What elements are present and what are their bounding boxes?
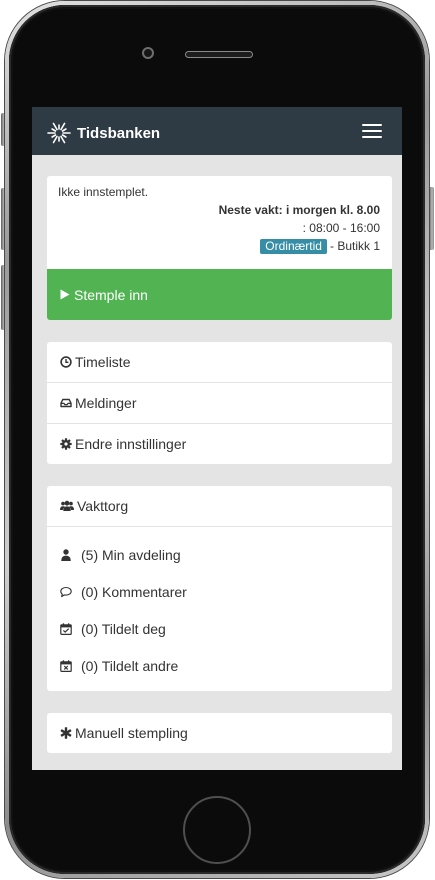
earpiece-speaker [185, 51, 253, 58]
menu-item-label: Meldinger [75, 395, 137, 411]
menu-item-meldinger[interactable]: Meldinger [47, 382, 392, 423]
vakttorg-card: Vakttorg (5) Min avdeling (0) Kommentare… [47, 486, 392, 691]
stamp-in-button[interactable]: Stemple inn [47, 269, 392, 320]
hamburger-bar [362, 124, 382, 126]
stamp-status: Ikke innstemplet. Neste vakt: i morgen k… [47, 176, 392, 269]
manual-stamping-card: Manuell stempling [47, 713, 392, 753]
menu-item-timeliste[interactable]: Timeliste [47, 342, 392, 382]
vakttorg-item-tildelt-deg[interactable]: (0) Tildelt deg [47, 610, 392, 647]
shift-type-badge: Ordinærtid [260, 239, 327, 254]
vakttorg-title: Vakttorg [77, 498, 129, 514]
user-icon [61, 548, 71, 561]
shift-details: Ordinærtid - Butikk 1 [58, 237, 380, 255]
app-screen: Tidsbanken Ikke innstemplet. Neste vakt:… [32, 107, 402, 770]
menu-card: Timeliste Meldinger Endre innstillinger [47, 342, 392, 464]
main-content: Ikke innstemplet. Neste vakt: i morgen k… [47, 176, 392, 770]
play-icon [60, 289, 70, 300]
front-camera [142, 47, 154, 59]
power-button [429, 187, 434, 250]
home-button[interactable] [183, 796, 251, 864]
vakttorg-item-label: (0) Tildelt andre [81, 657, 179, 674]
tidsbanken-logo-icon [47, 122, 71, 144]
brand-name: Tidsbanken [77, 124, 161, 142]
clock-icon [60, 356, 72, 368]
stamp-in-label: Stemple inn [74, 286, 148, 303]
gear-icon [60, 438, 72, 450]
menu-item-label: Timeliste [75, 354, 131, 370]
calendar-check-icon [60, 622, 72, 635]
manual-stamping-link[interactable]: Manuell stempling [47, 713, 392, 753]
hamburger-bar [362, 136, 382, 138]
menu-item-settings[interactable]: Endre innstillinger [47, 423, 392, 464]
vakttorg-item-kommentarer[interactable]: (0) Kommentarer [47, 573, 392, 610]
shift-location: - Butikk 1 [329, 239, 380, 253]
brand-logo[interactable]: Tidsbanken [47, 107, 160, 155]
vakttorg-item-label: (0) Kommentarer [81, 583, 187, 600]
asterisk-icon [60, 727, 72, 739]
hamburger-icon[interactable] [362, 124, 382, 138]
vakttorg-item-label: (0) Tildelt deg [81, 620, 166, 637]
comment-icon [60, 586, 72, 597]
vakttorg-item-min-avdeling[interactable]: (5) Min avdeling [47, 536, 392, 573]
shift-time: : 08:00 - 16:00 [302, 221, 380, 235]
manual-stamping-label: Manuell stempling [75, 725, 188, 741]
calendar-x-icon [60, 659, 72, 672]
users-icon [60, 500, 74, 511]
vakttorg-header[interactable]: Vakttorg [47, 486, 392, 527]
vakttorg-item-tildelt-andre[interactable]: (0) Tildelt andre [47, 647, 392, 684]
next-shift-text: Neste vakt: i morgen kl. 8.00 [218, 203, 380, 217]
hamburger-bar [362, 130, 382, 132]
inbox-icon [60, 398, 72, 408]
stamp-status-text: Ikke innstemplet. [58, 185, 149, 199]
vakttorg-list: (5) Min avdeling (0) Kommentarer (0) Til… [47, 527, 392, 691]
vakttorg-item-label: (5) Min avdeling [81, 546, 181, 563]
status-card: Ikke innstemplet. Neste vakt: i morgen k… [47, 176, 392, 320]
menu-item-label: Endre innstillinger [75, 436, 187, 452]
app-header: Tidsbanken [32, 107, 402, 155]
